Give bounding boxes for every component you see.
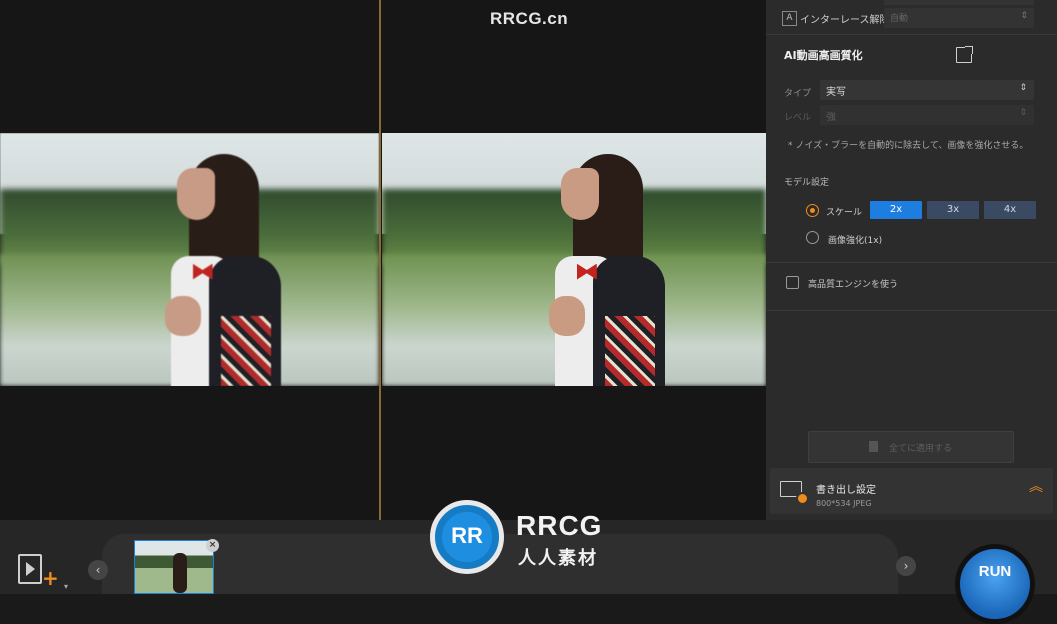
level-value: 強 xyxy=(826,112,836,123)
photo-original xyxy=(0,133,379,386)
select-arrows-icon: ⇕ xyxy=(1019,83,1027,93)
logo-mark-text: RR xyxy=(451,523,483,548)
ai-upscale-title: AI動画高画質化 xyxy=(784,49,863,62)
prev-button[interactable]: ‹ xyxy=(88,560,108,580)
enhanced-preview xyxy=(382,133,766,386)
export-settings-button[interactable]: 書き出し設定 800*534 JPEG ︽ xyxy=(770,468,1053,514)
deinterlace-label: インターレース解除 xyxy=(800,15,890,26)
type-label: タイプ xyxy=(784,89,812,99)
gear-icon xyxy=(796,492,809,505)
thumbnail-item[interactable] xyxy=(134,540,214,594)
original-preview xyxy=(0,133,379,386)
divider xyxy=(766,262,1057,263)
scale-4x-button[interactable]: 4x xyxy=(984,201,1036,219)
logo-subtext: 人人素材 xyxy=(518,548,598,569)
apply-all-label: 全てに適用する xyxy=(889,444,953,454)
add-plus-icon[interactable]: + xyxy=(42,568,59,588)
photo-enhanced xyxy=(382,133,766,386)
trash-icon xyxy=(869,441,878,452)
ai-note: * ノイズ・ブラーを自動的に除去して、画像を強化させる。 xyxy=(788,141,1029,151)
logo-mark: RR xyxy=(430,500,504,574)
logo-text: RRCG xyxy=(516,510,603,541)
preview-area: RRCG.cn xyxy=(0,0,766,520)
watermark-text: RRCG.cn xyxy=(490,9,569,28)
hq-engine-label: 高品質エンジンを使う xyxy=(808,280,899,290)
level-select[interactable]: 強 ⇕ xyxy=(820,105,1034,125)
deinterlace-select[interactable]: 自動 ⇕ xyxy=(884,8,1034,28)
type-select[interactable]: 実写 ⇕ xyxy=(820,80,1034,100)
scale-3x-button[interactable]: 3x xyxy=(927,201,979,219)
scale-2x-button[interactable]: 2x xyxy=(870,201,922,219)
enhance-label: 画像強化(1x) xyxy=(828,236,883,246)
apply-all-button[interactable]: 全てに適用する xyxy=(808,431,1014,463)
previous-select-edge xyxy=(884,0,1034,5)
expand-icon[interactable] xyxy=(956,46,973,63)
type-value: 実写 xyxy=(826,87,846,98)
deinterlace-value: 自動 xyxy=(890,14,909,24)
level-label: レベル xyxy=(784,113,812,123)
export-title: 書き出し設定 xyxy=(816,485,876,496)
run-label: RUN xyxy=(978,563,1012,580)
deinterlace-row: A インターレース解除 自動 ⇕ xyxy=(766,0,1057,35)
enhance-radio[interactable] xyxy=(806,231,819,244)
select-arrows-icon: ⇕ xyxy=(1020,11,1028,21)
divider xyxy=(766,310,1057,311)
chevron-up-icon[interactable]: ︽ xyxy=(1029,480,1043,494)
add-video-icon[interactable] xyxy=(18,554,42,584)
next-button[interactable]: › xyxy=(896,556,916,576)
model-settings-label: モデル設定 xyxy=(784,178,830,188)
close-icon[interactable]: × xyxy=(206,539,219,552)
run-button[interactable]: RUN xyxy=(955,544,1035,624)
scale-radio[interactable] xyxy=(806,204,819,217)
compare-divider-handle[interactable] xyxy=(379,0,381,520)
select-arrows-icon: ⇕ xyxy=(1019,108,1027,118)
settings-panel: A インターレース解除 自動 ⇕ AI動画高画質化 タイプ 実写 ⇕ レベル 強… xyxy=(766,0,1057,520)
caret-down-icon[interactable]: ▾ xyxy=(64,582,68,591)
logo: RR RRCG 人人素材 xyxy=(430,500,630,580)
hq-engine-checkbox[interactable] xyxy=(786,276,799,289)
scale-label: スケール xyxy=(826,208,863,218)
deinterlace-icon: A xyxy=(782,11,797,26)
export-subtitle: 800*534 JPEG xyxy=(816,499,872,508)
